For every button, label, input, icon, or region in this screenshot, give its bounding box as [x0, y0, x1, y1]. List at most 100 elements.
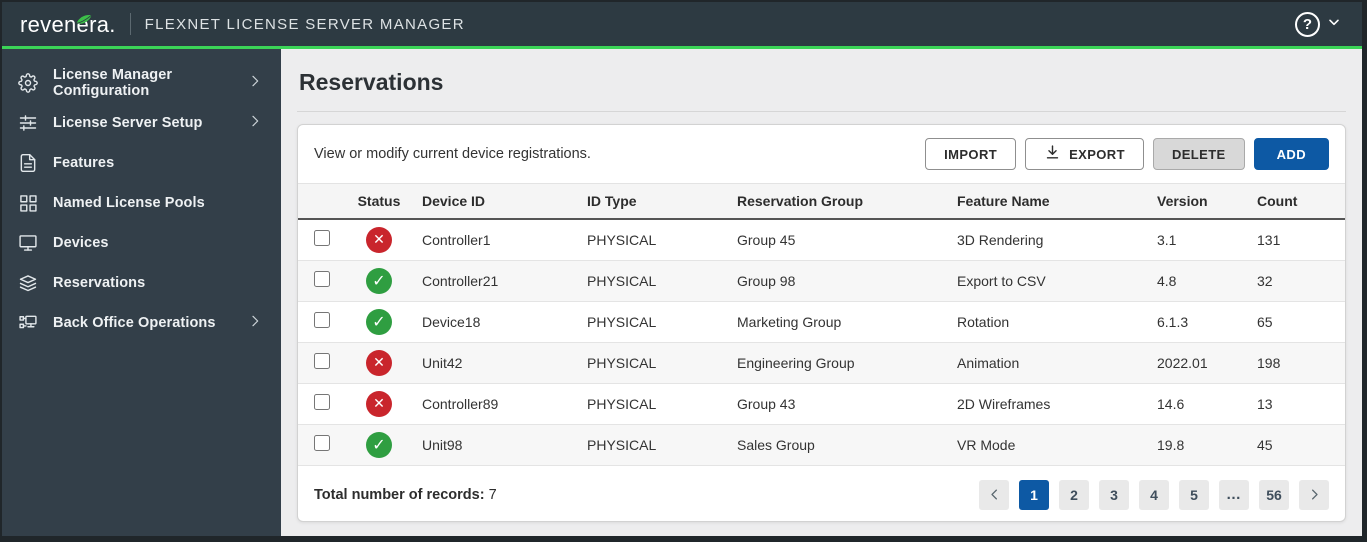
reservation-group-cell: Marketing Group [729, 301, 949, 343]
status-icon [366, 431, 392, 458]
chevron-down-icon[interactable] [1326, 14, 1342, 35]
sidebar-item-back-office-operations[interactable]: Back Office Operations [2, 303, 281, 343]
status-icon [366, 390, 392, 417]
card-footer: Total number of records: 7 1 2 3 4 5 … 5… [298, 466, 1345, 522]
column-header-id-type: ID Type [579, 183, 729, 220]
card-toolbar: View or modify current device registrati… [298, 125, 1345, 183]
import-button[interactable]: IMPORT [925, 138, 1017, 170]
table-row: Controller89 PHYSICAL Group 43 2D Wirefr… [298, 383, 1345, 425]
sliders-icon [18, 113, 38, 133]
count-cell: 45 [1249, 424, 1345, 466]
main-content: Reservations View or modify current devi… [281, 49, 1362, 536]
status-icon [366, 226, 392, 253]
export-button[interactable]: EXPORT [1025, 138, 1144, 170]
table-header-row: Status Device ID ID Type Reservation Gro… [298, 183, 1345, 220]
add-button[interactable]: ADD [1253, 138, 1329, 170]
reservation-group-cell: Group 98 [729, 260, 949, 302]
sidebar-item-label: Reservations [53, 275, 146, 291]
version-cell: 6.1.3 [1149, 301, 1249, 343]
delete-button[interactable]: DELETE [1152, 138, 1245, 170]
help-icon[interactable] [1295, 11, 1320, 37]
column-header-feature-name: Feature Name [949, 183, 1149, 220]
network-icon [18, 313, 38, 333]
column-header-version: Version [1149, 183, 1249, 220]
document-icon [18, 153, 38, 173]
page-title: Reservations [297, 61, 1346, 112]
sidebar-item-label: License Manager Configuration [53, 67, 173, 99]
row-checkbox[interactable] [314, 230, 330, 247]
pagination: 1 2 3 4 5 … 56 [979, 479, 1329, 510]
sidebar-item-label: License Server Setup [53, 115, 203, 131]
row-checkbox[interactable] [314, 271, 330, 287]
pagination-page-button[interactable]: 2 [1059, 479, 1089, 510]
reservation-group-cell: Group 43 [729, 383, 949, 425]
row-checkbox[interactable] [314, 435, 330, 451]
feature-name-cell: Animation [949, 342, 1149, 384]
sidebar-item-named-license-pools[interactable]: Named License Pools [2, 183, 281, 223]
count-cell: 131 [1249, 219, 1345, 261]
sidebar-item-license-manager-configuration[interactable]: License Manager Configuration [2, 63, 281, 103]
logo-text: revenera. [20, 12, 116, 37]
sidebar-item-label: Back Office Operations [53, 315, 216, 331]
sidebar-item-license-server-setup[interactable]: License Server Setup [2, 103, 281, 143]
status-icon [366, 267, 392, 294]
status-icon [366, 308, 392, 335]
feature-name-cell: 2D Wireframes [949, 383, 1149, 425]
count-cell: 65 [1249, 301, 1345, 343]
sidebar-item-label: Named License Pools [53, 195, 205, 211]
count-cell: 198 [1249, 342, 1345, 384]
page-description: View or modify current device registrati… [314, 146, 591, 162]
row-checkbox[interactable] [314, 394, 330, 410]
feature-name-cell: Export to CSV [949, 260, 1149, 302]
sidebar-item-devices[interactable]: Devices [2, 223, 281, 263]
chevron-right-icon [247, 313, 263, 334]
column-header-reservation-group: Reservation Group [729, 183, 949, 220]
count-cell: 32 [1249, 260, 1345, 302]
pagination-page-button[interactable]: 56 [1259, 479, 1289, 510]
reservation-group-cell: Engineering Group [729, 342, 949, 384]
chevron-right-icon [247, 113, 263, 134]
id-type-cell: PHYSICAL [579, 342, 729, 384]
row-checkbox[interactable] [314, 353, 330, 369]
revenera-logo: revenera. [20, 10, 116, 38]
logo-divider [129, 13, 131, 35]
device-id-cell: Device18 [414, 301, 579, 343]
id-type-cell: PHYSICAL [579, 383, 729, 425]
grid-icon [18, 193, 38, 213]
total-records-label: Total number of records: [314, 486, 485, 503]
column-header-device-id: Device ID [414, 183, 579, 220]
table-row: Device18 PHYSICAL Marketing Group Rotati… [298, 301, 1345, 343]
chevron-right-icon [247, 73, 263, 94]
topbar-right [1295, 11, 1342, 37]
table-row: Unit98 PHYSICAL Sales Group VR Mode 19.8… [298, 424, 1345, 466]
pagination-page-button[interactable]: 3 [1099, 479, 1129, 510]
feature-name-cell: VR Mode [949, 424, 1149, 466]
pagination-prev-button[interactable] [979, 479, 1009, 510]
column-header-count: Count [1249, 183, 1345, 220]
reservation-group-cell: Group 45 [729, 219, 949, 261]
download-icon [1044, 144, 1061, 164]
id-type-cell: PHYSICAL [579, 219, 729, 261]
row-checkbox[interactable] [314, 312, 330, 328]
pagination-next-button[interactable] [1299, 479, 1329, 510]
id-type-cell: PHYSICAL [579, 301, 729, 343]
pagination-page-button[interactable]: 5 [1179, 479, 1209, 510]
table-row: Unit42 PHYSICAL Engineering Group Animat… [298, 342, 1345, 384]
device-id-cell: Controller89 [414, 383, 579, 425]
version-cell: 4.8 [1149, 260, 1249, 302]
layers-icon [18, 273, 38, 293]
sidebar-item-reservations[interactable]: Reservations [2, 263, 281, 303]
pagination-page-button[interactable]: 4 [1139, 479, 1169, 510]
version-cell: 2022.01 [1149, 342, 1249, 384]
count-cell: 13 [1249, 383, 1345, 425]
sidebar-item-label: Devices [53, 235, 109, 251]
id-type-cell: PHYSICAL [579, 260, 729, 302]
sidebar-item-features[interactable]: Features [2, 143, 281, 183]
version-cell: 14.6 [1149, 383, 1249, 425]
device-id-cell: Unit42 [414, 342, 579, 384]
app-title: FLEXNET LICENSE SERVER MANAGER [144, 15, 465, 33]
pagination-page-button[interactable]: 1 [1019, 479, 1049, 510]
device-id-cell: Controller21 [414, 260, 579, 302]
top-bar: revenera. FLEXNET LICENSE SERVER MANAGER [2, 2, 1362, 46]
feature-name-cell: Rotation [949, 301, 1149, 343]
